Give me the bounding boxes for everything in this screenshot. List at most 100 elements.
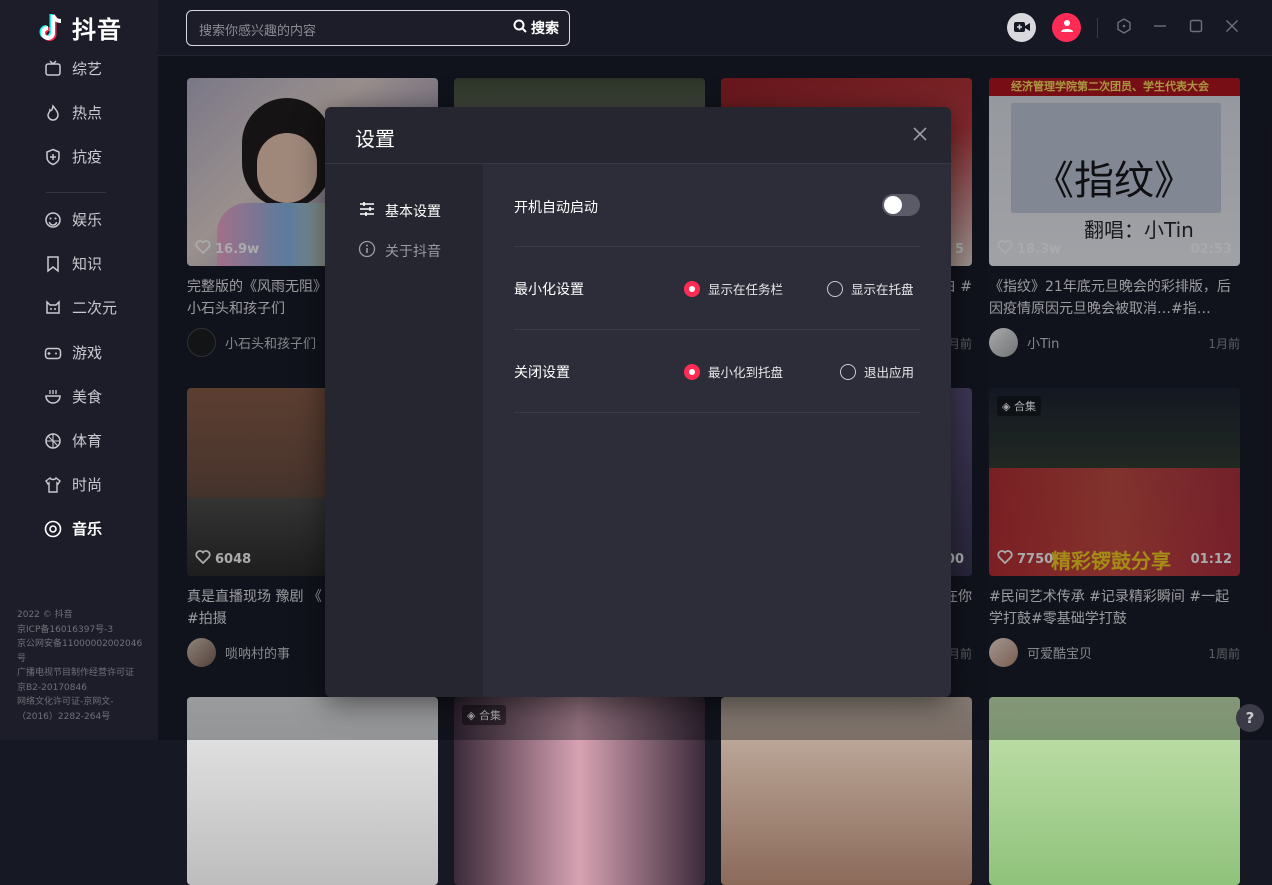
- close-label: 关闭设置: [514, 365, 570, 381]
- settings-hex-button[interactable]: [1114, 17, 1134, 38]
- upload-video-button[interactable]: [1007, 13, 1036, 42]
- radio-label: 显示在托盘: [851, 282, 914, 297]
- sidebar-item-games[interactable]: 游戏: [44, 342, 102, 363]
- sidebar-item-label: 游戏: [72, 344, 103, 362]
- sidebar-item-anime[interactable]: 二次元: [44, 297, 117, 318]
- video-plus-icon: [1013, 18, 1030, 37]
- autostart-row: 开机自动启动: [514, 164, 920, 247]
- douyin-logo[interactable]: 抖音: [36, 10, 122, 45]
- sidebar: 抖音 综艺 热点 抗疫 娱乐 知识 二次元 游戏 美食 体育 时尚 音乐 202…: [0, 0, 158, 740]
- sidebar-item-label: 抗疫: [72, 148, 103, 166]
- minimize-row: 最小化设置 显示在任务栏 显示在托盘: [514, 247, 920, 330]
- close-icon: [911, 127, 929, 147]
- minimize-icon: [1153, 18, 1167, 37]
- settings-nav: 基本设置 关于抖音: [325, 164, 483, 697]
- sidebar-item-entertainment[interactable]: 娱乐: [44, 209, 102, 230]
- logo-text: 抖音: [72, 16, 122, 44]
- sidebar-item-label: 娱乐: [72, 211, 103, 229]
- settings-nav-about[interactable]: 关于抖音: [358, 240, 441, 262]
- settings-title: 设置: [355, 127, 395, 151]
- search-box: 搜索你感兴趣的内容 搜索: [186, 10, 570, 46]
- shirt-icon: [44, 476, 62, 494]
- radio-selected-icon: [684, 280, 700, 297]
- sidebar-item-label: 体育: [72, 432, 103, 450]
- radio-label: 最小化到托盘: [708, 365, 784, 380]
- sidebar-item-label: 音乐: [72, 520, 103, 538]
- sidebar-footer: 2022 © 抖音 京ICP备16016397号-3 京公网安备11000002…: [17, 608, 147, 724]
- footer-icp[interactable]: 京ICP备16016397号-3: [17, 623, 147, 638]
- close-row: 关闭设置 最小化到托盘 退出应用: [514, 330, 920, 413]
- smile-icon: [44, 211, 62, 229]
- search-input[interactable]: 搜索你感兴趣的内容: [199, 20, 316, 39]
- bowl-icon: [44, 388, 62, 406]
- top-actions: [1007, 13, 1242, 42]
- minimize-option-taskbar[interactable]: 显示在任务栏: [684, 279, 783, 298]
- sidebar-item-fashion[interactable]: 时尚: [44, 474, 102, 495]
- gamepad-icon: [44, 344, 62, 362]
- minimize-option-tray[interactable]: 显示在托盘: [827, 279, 914, 298]
- footer-police[interactable]: 京公网安备11000002002046号: [17, 637, 147, 666]
- sidebar-item-label: 综艺: [72, 60, 103, 78]
- settings-header: 设置: [325, 107, 951, 164]
- radio-label: 显示在任务栏: [708, 282, 784, 297]
- sidebar-item-antiepidemic[interactable]: 抗疫: [44, 146, 102, 167]
- search-button-label: 搜索: [531, 21, 559, 37]
- close-option-exit[interactable]: 退出应用: [840, 362, 914, 381]
- cat-icon: [44, 299, 62, 317]
- minimize-label: 最小化设置: [514, 282, 584, 298]
- sidebar-item-hot[interactable]: 热点: [44, 102, 102, 123]
- topbar: 搜索你感兴趣的内容 搜索: [158, 0, 1272, 56]
- sidebar-item-label: 时尚: [72, 476, 103, 494]
- footer-copyright: 2022 © 抖音: [17, 610, 73, 620]
- flame-icon: [44, 103, 62, 122]
- sidebar-item-label: 二次元: [72, 299, 118, 317]
- settings-dialog: 设置 基本设置 关于抖音 开机自动启动 最小化设置 显示在任务栏 显示在托盘 关…: [325, 107, 951, 697]
- ball-icon: [44, 432, 62, 450]
- autostart-label: 开机自动启动: [514, 200, 598, 216]
- user-avatar-button[interactable]: [1052, 13, 1081, 42]
- radio-selected-icon: [684, 363, 700, 380]
- sliders-icon: [358, 200, 376, 222]
- sidebar-item-label: 热点: [72, 104, 103, 122]
- sidebar-item-knowledge[interactable]: 知识: [44, 253, 102, 274]
- help-icon: ?: [1245, 709, 1255, 727]
- footer-broadcast[interactable]: 广播电视节目制作经营许可证: [17, 666, 147, 681]
- radio-label: 退出应用: [864, 365, 915, 380]
- sidebar-item-food[interactable]: 美食: [44, 386, 102, 407]
- autostart-toggle[interactable]: [882, 194, 920, 216]
- minimize-button[interactable]: [1150, 18, 1170, 38]
- close-window-button[interactable]: [1222, 18, 1242, 38]
- search-icon: [513, 19, 527, 37]
- search-button[interactable]: 搜索: [513, 18, 559, 38]
- tv-icon: [44, 59, 62, 78]
- bookmark-icon: [44, 255, 62, 273]
- radio-unselected-icon: [827, 280, 843, 297]
- sidebar-item-music[interactable]: 音乐: [44, 518, 102, 539]
- sidebar-item-sports[interactable]: 体育: [44, 430, 102, 451]
- separator: [1097, 17, 1098, 38]
- sidebar-item-label: 知识: [72, 255, 103, 273]
- close-icon: [1225, 18, 1239, 37]
- user-icon: [1060, 18, 1074, 37]
- maximize-button[interactable]: [1186, 18, 1206, 38]
- settings-nav-label: 关于抖音: [385, 244, 441, 260]
- radio-unselected-icon: [840, 363, 856, 380]
- info-icon: [358, 240, 376, 262]
- sidebar-item-variety[interactable]: 综艺: [44, 58, 102, 79]
- settings-nav-label: 基本设置: [385, 204, 441, 220]
- settings-nav-basic[interactable]: 基本设置: [358, 200, 441, 222]
- maximize-icon: [1189, 18, 1203, 37]
- footer-culture[interactable]: 网络文化许可证-京网文-（2016）2282-264号: [17, 695, 147, 724]
- close-option-tray[interactable]: 最小化到托盘: [684, 362, 783, 381]
- settings-close-button[interactable]: [911, 125, 929, 143]
- help-button[interactable]: ?: [1236, 704, 1264, 732]
- sidebar-item-label: 美食: [72, 388, 103, 406]
- toggle-knob: [884, 196, 902, 214]
- tiktok-note-icon: [36, 12, 66, 44]
- sidebar-divider: [46, 192, 106, 193]
- hexagon-icon: [1116, 17, 1132, 38]
- footer-b2[interactable]: 京B2-20170846: [17, 681, 147, 696]
- disc-icon: [44, 520, 62, 538]
- settings-content: 开机自动启动 最小化设置 显示在任务栏 显示在托盘 关闭设置 最小化到托盘 退出…: [483, 164, 951, 697]
- shield-plus-icon: [44, 148, 62, 166]
